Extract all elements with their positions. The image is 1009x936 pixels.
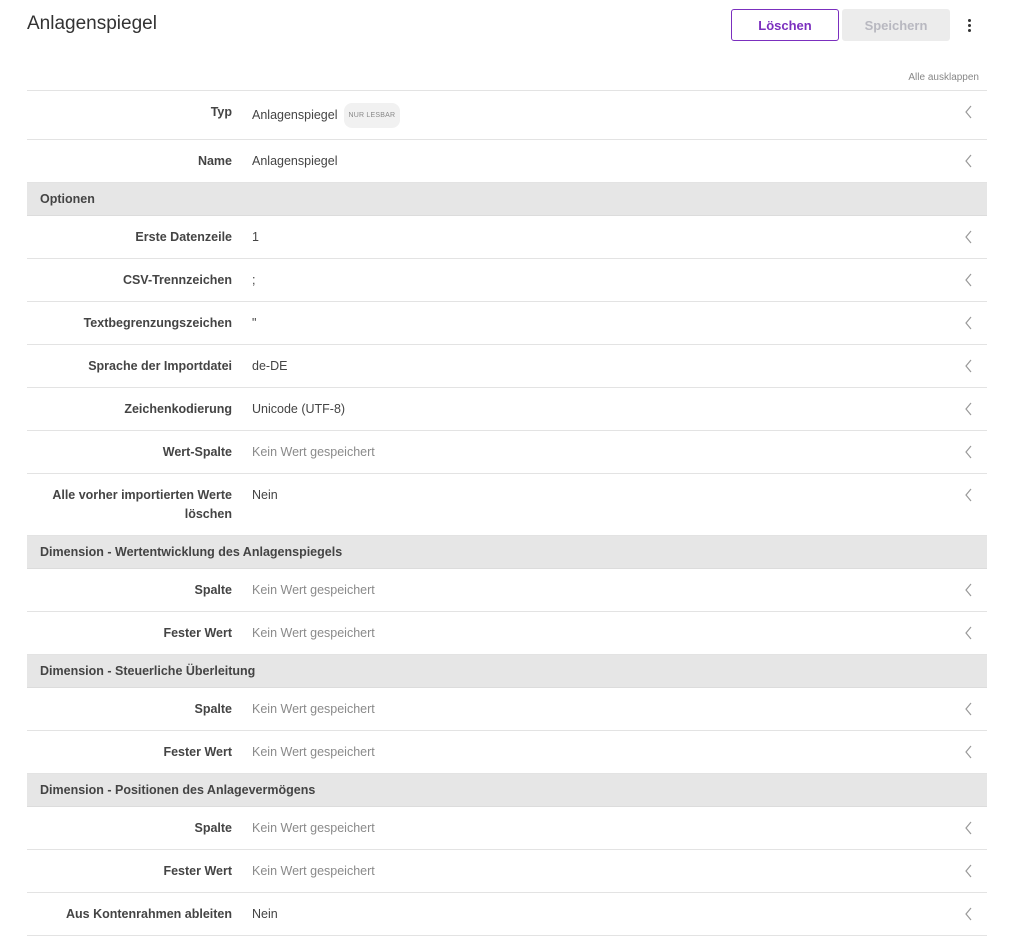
section-header: Dimension - Positionen des Anlagevermöge… [27, 774, 987, 807]
field-row[interactable]: Spalte Kein Wert gespeichert [27, 688, 987, 731]
field-value-text: Kein Wert gespeichert [252, 702, 375, 716]
field-label: Zeichenkodierung [124, 402, 232, 416]
field-label: Typ [210, 105, 232, 119]
chevron-left-icon[interactable] [964, 105, 973, 119]
field-value-text: Kein Wert gespeichert [252, 583, 375, 597]
field-label: Spalte [194, 583, 232, 597]
chevron-left-icon[interactable] [964, 402, 973, 416]
field-label: Wert-Spalte [162, 445, 232, 459]
field-value-text: Kein Wert gespeichert [252, 864, 375, 878]
more-vertical-icon[interactable] [958, 12, 980, 38]
field-row[interactable]: Alle vorher importierten Werte löschen Ne… [27, 474, 987, 536]
field-label: Fester Wert [163, 626, 232, 640]
field-value: Unicode (UTF-8) [252, 400, 345, 419]
chevron-left-icon[interactable] [964, 273, 973, 287]
delete-button[interactable]: Löschen [731, 9, 839, 41]
chevron-left-icon[interactable] [964, 745, 973, 759]
chevron-left-icon[interactable] [964, 821, 973, 835]
field-value: Anlagenspiegel NUR LESBAR [252, 103, 401, 128]
field-value-text: Anlagenspiegel [252, 108, 338, 122]
chevron-left-icon[interactable] [964, 359, 973, 373]
settings-table: Typ Anlagenspiegel NUR LESBAR Name Anlagensp… [27, 90, 987, 936]
field-value: Kein Wert gespeichert [252, 862, 375, 881]
field-row[interactable]: Spalte Kein Wert gespeichert [27, 807, 987, 850]
field-value: Kein Wert gespeichert [252, 624, 375, 643]
field-row[interactable]: Fester Wert Kein Wert gespeichert [27, 612, 987, 655]
field-value: ; [252, 271, 255, 290]
field-row[interactable]: Name Anlagenspiegel [27, 140, 987, 183]
field-value-text: 1 [252, 230, 259, 244]
field-label: Erste Datenzeile [135, 230, 232, 244]
field-value-text: Nein [252, 488, 278, 502]
page-title: Anlagenspiegel [27, 13, 157, 34]
chevron-left-icon[interactable] [964, 907, 973, 921]
field-value-text: Nein [252, 907, 278, 921]
field-label: Aus Kontenrahmen ableiten [66, 907, 232, 921]
chevron-left-icon[interactable] [964, 488, 973, 502]
field-value-text: Unicode (UTF-8) [252, 402, 346, 416]
field-value: Nein [252, 905, 278, 924]
field-row[interactable]: Sprache der Importdatei de-DE [27, 345, 987, 388]
chevron-left-icon[interactable] [964, 445, 973, 459]
field-row[interactable]: Fester Wert Kein Wert gespeichert [27, 731, 987, 774]
field-value-text: Anlagenspiegel [252, 154, 338, 168]
field-label: Spalte [194, 702, 232, 716]
field-label: Textbegrenzungszeichen [83, 316, 232, 330]
field-value: Kein Wert gespeichert [252, 819, 375, 838]
field-value-text: Kein Wert gespeichert [252, 445, 375, 459]
field-value: de-DE [252, 357, 287, 376]
expand-all-link[interactable]: Alle ausklappen [908, 72, 979, 83]
field-value-text: Kein Wert gespeichert [252, 745, 375, 759]
readonly-badge: NUR LESBAR [343, 103, 401, 128]
field-label: Fester Wert [163, 864, 232, 878]
field-label: CSV-Trennzeichen [122, 273, 232, 287]
chevron-left-icon[interactable] [964, 154, 973, 168]
field-label: Spalte [194, 821, 232, 835]
field-row[interactable]: Erste Datenzeile 1 [27, 216, 987, 259]
field-value-text: de-DE [252, 359, 288, 373]
field-value-text: Kein Wert gespeichert [252, 821, 375, 835]
chevron-left-icon[interactable] [964, 864, 973, 878]
field-row[interactable]: Typ Anlagenspiegel NUR LESBAR [27, 91, 987, 140]
field-row[interactable]: Spalte Kein Wert gespeichert [27, 569, 987, 612]
field-label: Sprache der Importdatei [88, 359, 232, 373]
field-row[interactable]: Textbegrenzungszeichen " [27, 302, 987, 345]
field-value: 1 [252, 228, 259, 247]
field-label: Name [197, 154, 232, 168]
field-value-text: Kein Wert gespeichert [252, 626, 375, 640]
field-label: Fester Wert [163, 745, 232, 759]
section-header: Optionen [27, 183, 987, 216]
chevron-left-icon[interactable] [964, 583, 973, 597]
chevron-left-icon[interactable] [964, 626, 973, 640]
field-value-text: " [252, 316, 257, 330]
header: Anlagenspiegel Löschen Speichern [0, 0, 1009, 60]
field-value: Nein [252, 486, 278, 505]
chevron-left-icon[interactable] [964, 230, 973, 244]
field-value-text: ; [252, 273, 256, 287]
field-label: Alle vorher importierten Werte löschen [52, 488, 232, 521]
field-row[interactable]: Aus Kontenrahmen ableiten Nein [27, 893, 987, 936]
chevron-left-icon[interactable] [964, 316, 973, 330]
field-row[interactable]: CSV-Trennzeichen; [27, 259, 987, 302]
section-header: Dimension - Wertentwicklung des Anlagens… [27, 536, 987, 569]
save-button[interactable]: Speichern [842, 9, 950, 41]
field-value: Kein Wert gespeichert [252, 700, 375, 719]
field-value: " [252, 314, 256, 333]
field-value: Kein Wert gespeichert [252, 581, 375, 600]
field-value: Kein Wert gespeichert [252, 743, 375, 762]
field-value: Anlagenspiegel [252, 152, 338, 171]
page: Anlagenspiegel Löschen Speichern Alle au… [0, 0, 1009, 936]
chevron-left-icon[interactable] [964, 702, 973, 716]
section-header: Dimension - Steuerliche Überleitung [27, 655, 987, 688]
field-row[interactable]: Wert-Spalte Kein Wert gespeichert [27, 431, 987, 474]
field-value: Kein Wert gespeichert [252, 443, 375, 462]
field-row[interactable]: Zeichenkodierung Unicode (UTF-8) [27, 388, 987, 431]
